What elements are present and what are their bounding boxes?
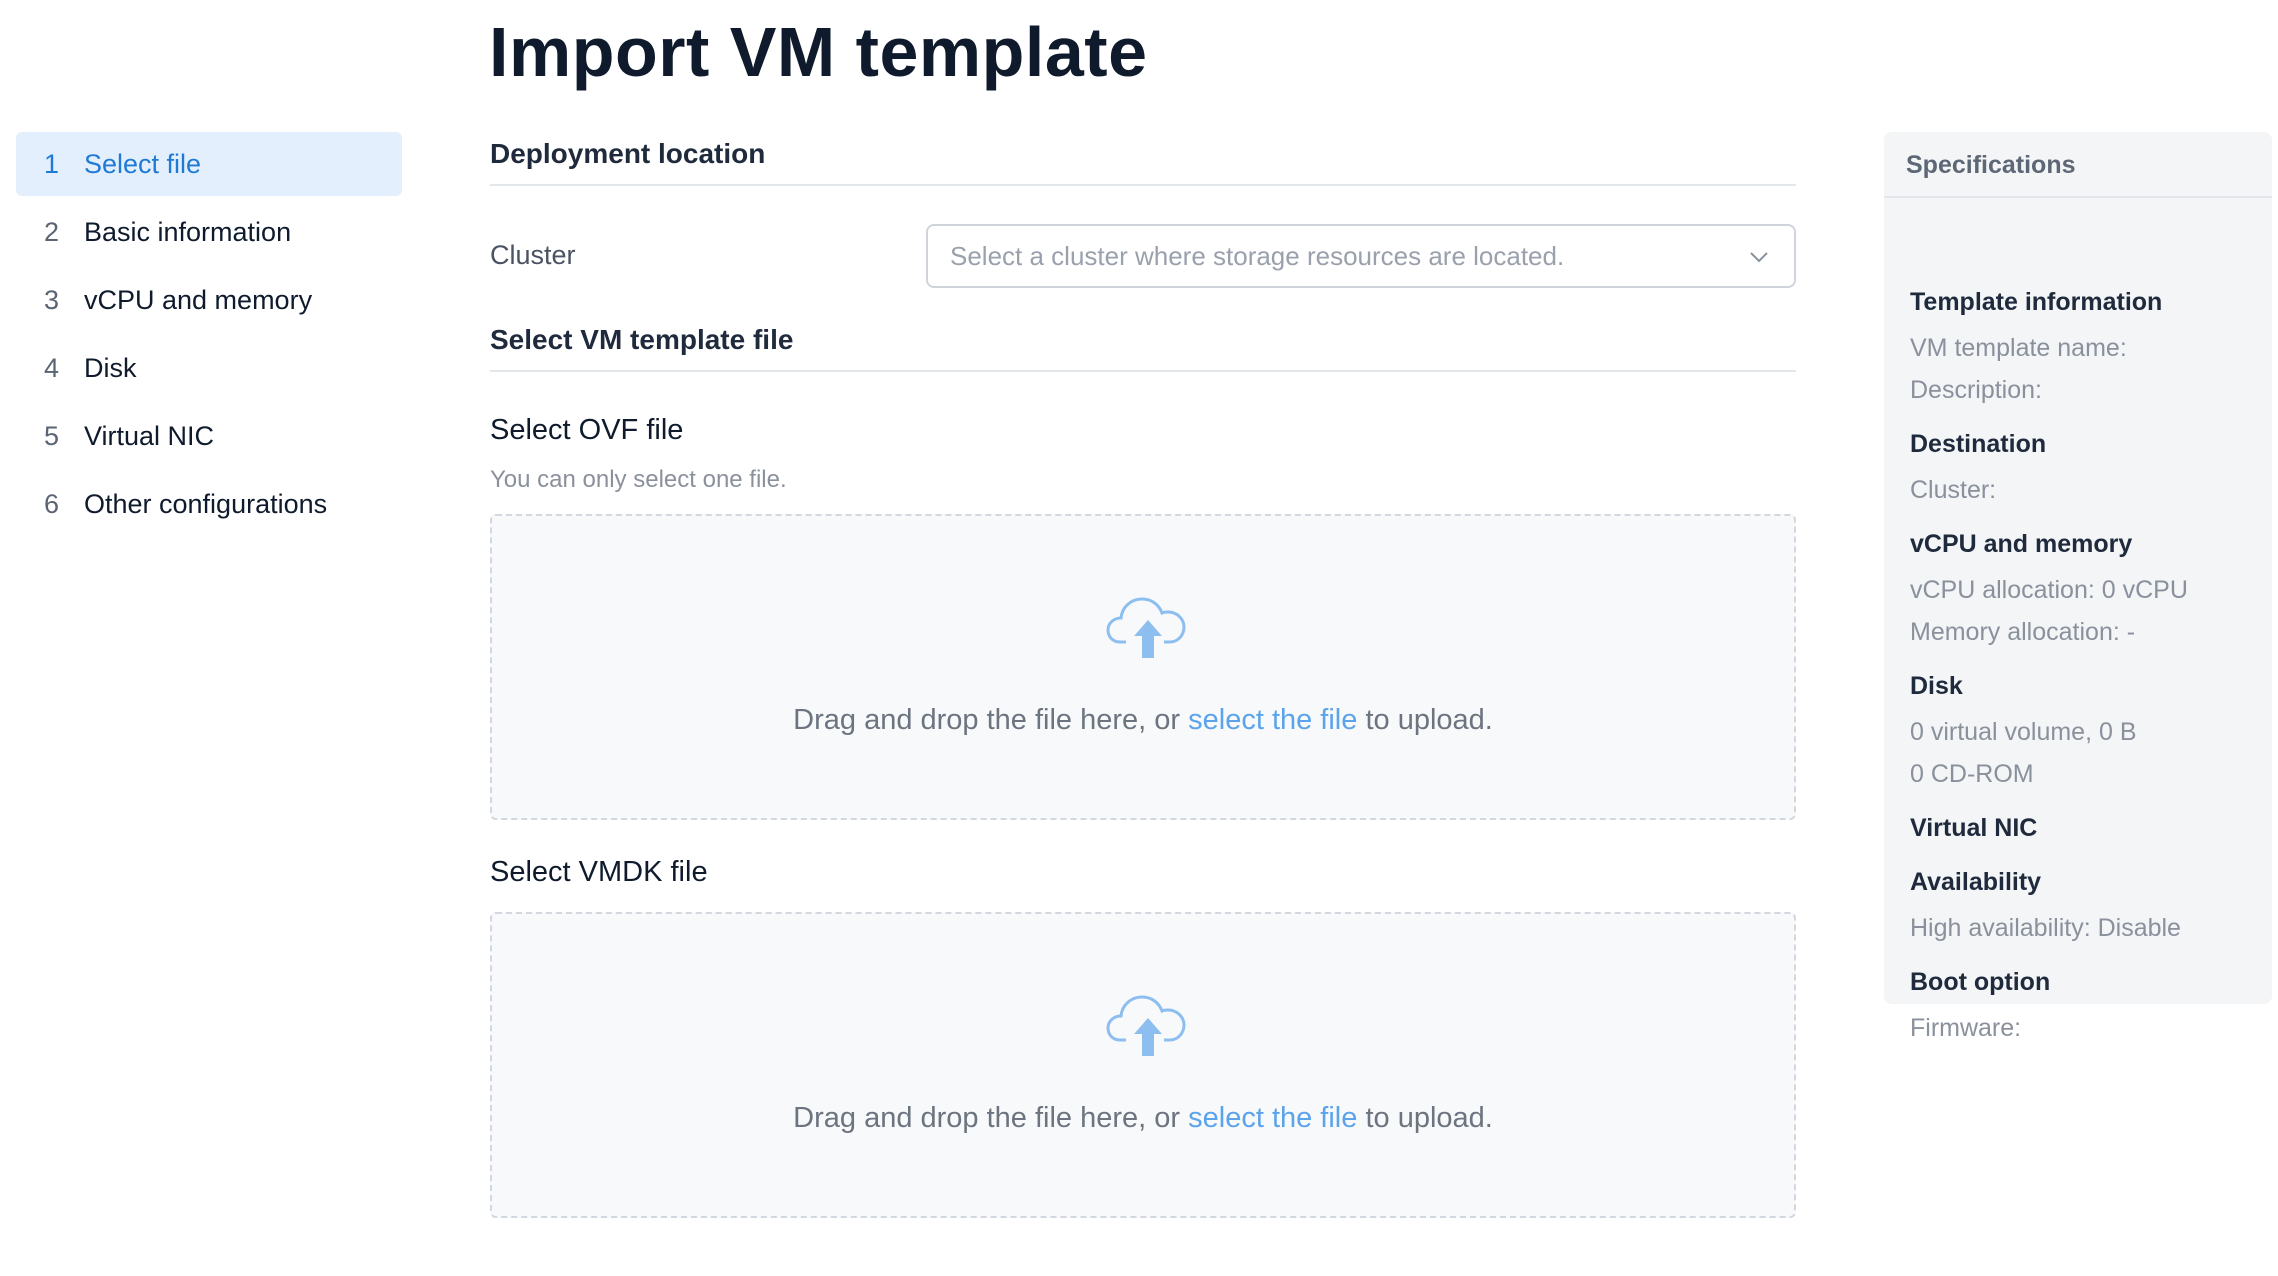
vmdk-file-title: Select VMDK file — [490, 856, 708, 888]
ovf-select-file-link[interactable]: select the file — [1188, 704, 1357, 736]
vmdk-dropzone-text: Drag and drop the file here, or select t… — [492, 1102, 1794, 1135]
spec-vm-template-name: VM template name: — [1910, 334, 2127, 362]
dropzone-suffix: to upload. — [1357, 704, 1493, 736]
cluster-select[interactable]: Select a cluster where storage resources… — [926, 224, 1796, 288]
step-label: Other configurations — [84, 488, 328, 519]
step-label: Virtual NIC — [84, 420, 215, 451]
section-heading-deployment: Deployment location — [490, 138, 1796, 186]
specifications-panel: Specifications Template information VM t… — [1884, 132, 2272, 1042]
spec-heading-availability: Availability — [1910, 868, 2042, 896]
step-label: Select file — [84, 148, 202, 179]
chevron-down-icon — [1750, 252, 1768, 263]
ovf-dropzone[interactable]: Drag and drop the file here, or select t… — [490, 514, 1796, 820]
dropzone-suffix: to upload. — [1357, 1102, 1493, 1134]
step-number: 4 — [44, 352, 60, 383]
spec-description: Description: — [1910, 376, 2042, 404]
step-label: vCPU and memory — [84, 284, 313, 315]
cluster-select-placeholder: Select a cluster where storage resources… — [950, 240, 1565, 271]
step-select-file[interactable]: 1 Select file — [16, 132, 402, 196]
wizard-steps: 1 Select file 2 Basic information 3 vCPU… — [16, 132, 402, 540]
dropzone-prefix: Drag and drop the file here, or — [793, 704, 1189, 736]
step-virtual-nic[interactable]: 5 Virtual NIC — [16, 404, 402, 468]
cluster-label: Cluster — [490, 240, 576, 270]
spec-heading-vcpu-and-memory: vCPU and memory — [1910, 530, 2133, 558]
ovf-dropzone-text: Drag and drop the file here, or select t… — [492, 704, 1794, 737]
spec-heading-template-information: Template information — [1910, 288, 2163, 316]
spec-vcpu-allocation: vCPU allocation: 0 vCPU — [1910, 576, 2188, 604]
ovf-file-hint: You can only select one file. — [490, 466, 787, 493]
step-number: 2 — [44, 216, 60, 247]
cloud-upload-icon — [1106, 995, 1186, 1056]
specifications-title: Specifications — [1884, 132, 2272, 198]
spec-firmware: Firmware: — [1910, 1014, 2022, 1042]
spec-cd-rom: 0 CD-ROM — [1910, 760, 2034, 788]
dropzone-prefix: Drag and drop the file here, or — [793, 1102, 1189, 1134]
section-heading-template-file: Select VM template file — [490, 324, 1796, 372]
step-basic-information[interactable]: 2 Basic information — [16, 200, 402, 264]
spec-memory-allocation: Memory allocation: - — [1910, 618, 2136, 646]
step-number: 3 — [44, 284, 60, 315]
step-number: 5 — [44, 420, 60, 451]
spec-heading-destination: Destination — [1910, 430, 2047, 458]
cloud-upload-icon — [1106, 597, 1186, 658]
spec-virtual-volume: 0 virtual volume, 0 B — [1910, 718, 2137, 746]
spec-heading-virtual-nic: Virtual NIC — [1910, 814, 2038, 842]
step-number: 1 — [44, 148, 60, 179]
spec-heading-disk: Disk — [1910, 672, 1963, 700]
step-vcpu-and-memory[interactable]: 3 vCPU and memory — [16, 268, 402, 332]
ovf-file-title: Select OVF file — [490, 414, 684, 446]
page-title: Import VM template — [489, 13, 1148, 91]
vmdk-dropzone[interactable]: Drag and drop the file here, or select t… — [490, 912, 1796, 1218]
spec-high-availability: High availability: Disable — [1910, 914, 2181, 942]
step-label: Disk — [84, 352, 137, 383]
spec-cluster: Cluster: — [1910, 476, 1997, 504]
step-number: 6 — [44, 488, 60, 519]
vmdk-select-file-link[interactable]: select the file — [1188, 1102, 1357, 1134]
step-other-configurations[interactable]: 6 Other configurations — [16, 472, 402, 536]
step-label: Basic information — [84, 216, 292, 247]
spec-heading-boot-option: Boot option — [1910, 968, 2051, 996]
step-disk[interactable]: 4 Disk — [16, 336, 402, 400]
